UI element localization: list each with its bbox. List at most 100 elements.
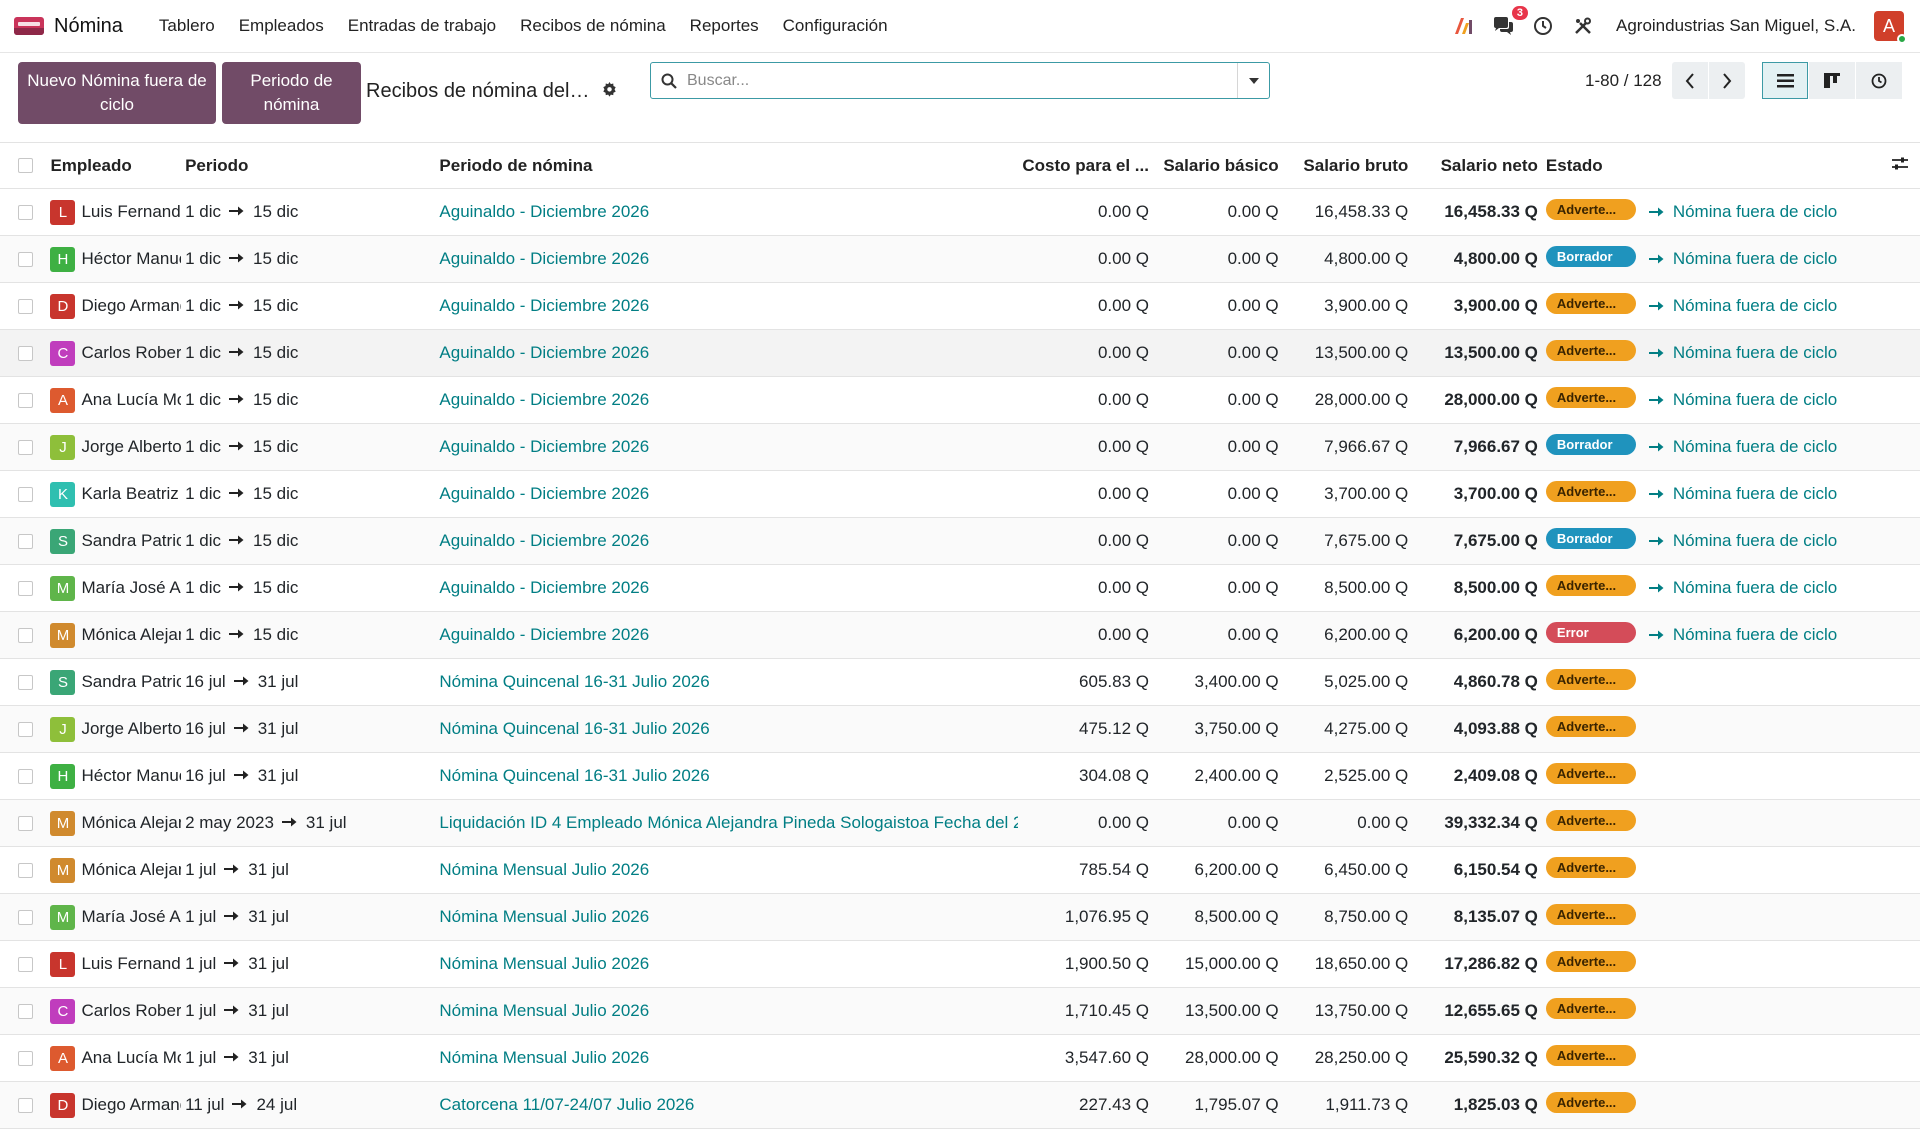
row-checkbox[interactable] [17, 204, 33, 220]
menu-item-tablero[interactable]: Tablero [147, 16, 227, 36]
employee-cell[interactable]: M María José Al [50, 904, 185, 930]
search-input[interactable] [687, 71, 1237, 90]
offcycle-action-button[interactable]: Nómina fuera de ciclo [1648, 202, 1881, 223]
row-checkbox[interactable] [17, 768, 33, 784]
offcycle-action-button[interactable]: Nómina fuera de ciclo [1648, 578, 1881, 599]
payrun-link[interactable]: Nómina Quincenal 16-31 Julio 2026 [439, 766, 709, 785]
row-checkbox[interactable] [17, 674, 33, 690]
messages-icon[interactable]: 3 [1492, 6, 1528, 37]
row-checkbox[interactable] [17, 815, 33, 831]
employee-cell[interactable]: C Carlos Roberto [50, 998, 185, 1024]
optional-columns-toggle[interactable] [1880, 156, 1920, 176]
employee-cell[interactable]: A Ana Lucía Mo [50, 387, 185, 413]
payrun-link[interactable]: Nómina Mensual Julio 2026 [439, 1001, 649, 1020]
column-basic-wage[interactable]: Salario básico [1149, 156, 1278, 176]
employee-cell[interactable]: H Héctor Manuel [50, 246, 185, 272]
table-row[interactable]: S Sandra Patricia1 dic 15 dic Aguinaldo - D… [0, 518, 1920, 565]
column-employee[interactable]: Empleado [50, 156, 185, 176]
table-row[interactable]: S Sandra Patricia16 jul 31 jul Nómina Quinc… [0, 659, 1920, 706]
employee-cell[interactable]: M Mónica Alejandra [50, 810, 185, 836]
row-checkbox[interactable] [17, 345, 33, 361]
table-row[interactable]: J Jorge Alberto 1 dic 15 dic Aguinaldo - Dic… [0, 424, 1920, 471]
payrun-link[interactable]: Aguinaldo - Diciembre 2026 [439, 484, 649, 503]
payrun-button[interactable]: Periodo de nómina [222, 62, 361, 124]
payrun-link[interactable]: Aguinaldo - Diciembre 2026 [439, 390, 649, 409]
row-checkbox[interactable] [17, 956, 33, 972]
list-view-button[interactable] [1762, 62, 1808, 99]
employee-cell[interactable]: S Sandra Patricia [50, 669, 185, 695]
table-row[interactable]: M María José Al 1 jul 31 jul Nómina Mensual … [0, 894, 1920, 941]
payrun-link[interactable]: Liquidación ID 4 Empleado Mónica Alejand… [439, 813, 1018, 832]
employee-cell[interactable]: M Mónica Alejandra [50, 857, 185, 883]
row-checkbox[interactable] [17, 1097, 33, 1113]
row-checkbox[interactable] [17, 251, 33, 267]
payrun-link[interactable]: Aguinaldo - Diciembre 2026 [439, 249, 649, 268]
table-row[interactable]: K Karla Beatriz 1 dic 15 dic Aguinaldo - Dic… [0, 471, 1920, 518]
employee-cell[interactable]: C Carlos Roberto [50, 340, 185, 366]
employee-cell[interactable]: L Luis Fernando [50, 199, 185, 225]
table-row[interactable]: A Ana Lucía Mo 1 jul 31 jul Nómina Mensual J… [0, 1035, 1920, 1082]
row-checkbox[interactable] [17, 627, 33, 643]
payrun-link[interactable]: Nómina Quincenal 16-31 Julio 2026 [439, 672, 709, 691]
payrun-link[interactable]: Nómina Mensual Julio 2026 [439, 860, 649, 879]
table-row[interactable]: A Ana Lucía Mo 1 dic 15 dic Aguinaldo - Dici… [0, 377, 1920, 424]
payrun-link[interactable]: Nómina Mensual Julio 2026 [439, 954, 649, 973]
row-checkbox[interactable] [17, 392, 33, 408]
user-avatar[interactable]: A [1874, 11, 1907, 44]
offcycle-action-button[interactable]: Nómina fuera de ciclo [1648, 484, 1881, 505]
employee-cell[interactable]: H Héctor Manuel [50, 763, 185, 789]
row-checkbox[interactable] [17, 580, 33, 596]
new-offcycle-payslip-button[interactable]: Nuevo Nómina fuera de ciclo [18, 62, 216, 124]
menu-item-reportes[interactable]: Reportes [678, 16, 771, 36]
table-row[interactable]: C Carlos Roberto1 dic 15 dic Aguinaldo - Di… [0, 330, 1920, 377]
payrun-link[interactable]: Nómina Quincenal 16-31 Julio 2026 [439, 719, 709, 738]
search-options-toggle[interactable] [1237, 63, 1269, 98]
payrun-link[interactable]: Aguinaldo - Diciembre 2026 [439, 437, 649, 456]
payrun-link[interactable]: Aguinaldo - Diciembre 2026 [439, 578, 649, 597]
payrun-link[interactable]: Aguinaldo - Diciembre 2026 [439, 531, 649, 550]
column-gross-wage[interactable]: Salario bruto [1279, 156, 1408, 176]
offcycle-action-button[interactable]: Nómina fuera de ciclo [1648, 343, 1881, 364]
column-period[interactable]: Periodo [185, 156, 439, 176]
table-row[interactable]: M Mónica Alejandra1 dic 15 dic Aguinaldo - … [0, 612, 1920, 659]
payroll-app-icon[interactable] [14, 15, 44, 37]
payrun-link[interactable]: Catorcena 11/07-24/07 Julio 2026 [439, 1095, 694, 1114]
employee-cell[interactable]: D Diego Armando [50, 1092, 185, 1118]
menu-item-empleados[interactable]: Empleados [227, 16, 336, 36]
employee-cell[interactable]: M Mónica Alejandra [50, 622, 185, 648]
table-row[interactable]: C Carlos Roberto1 jul 31 jul Nómina Mensual… [0, 988, 1920, 1035]
offcycle-action-button[interactable]: Nómina fuera de ciclo [1648, 625, 1881, 646]
pager-previous-button[interactable] [1671, 62, 1708, 99]
payrun-link[interactable]: Aguinaldo - Diciembre 2026 [439, 296, 649, 315]
menu-item-recibos[interactable]: Recibos de nómina [508, 16, 678, 36]
table-row[interactable]: D Diego Armando11 jul 24 jul Catorcena 11/0… [0, 1082, 1920, 1129]
column-state[interactable]: Estado [1538, 156, 1649, 176]
select-all-checkbox[interactable] [17, 158, 33, 173]
row-checkbox[interactable] [17, 1003, 33, 1019]
employee-cell[interactable]: D Diego Armando [50, 293, 185, 319]
column-payrun[interactable]: Periodo de nómina [439, 156, 1018, 176]
payrun-link[interactable]: Aguinaldo - Diciembre 2026 [439, 343, 649, 362]
pager-value[interactable]: 1-80 / 128 [1585, 71, 1662, 91]
offcycle-action-button[interactable]: Nómina fuera de ciclo [1648, 296, 1881, 317]
menu-item-entradas[interactable]: Entradas de trabajo [336, 16, 508, 36]
column-net-wage[interactable]: Salario neto [1408, 156, 1538, 176]
row-checkbox[interactable] [17, 298, 33, 314]
table-row[interactable]: M María José Al 1 dic 15 dic Aguinaldo - Dic… [0, 565, 1920, 612]
offcycle-action-button[interactable]: Nómina fuera de ciclo [1648, 390, 1881, 411]
company-switcher[interactable]: Agroindustrias San Miguel, S.A. [1616, 16, 1856, 36]
employee-cell[interactable]: J Jorge Alberto [50, 716, 185, 742]
employee-cell[interactable]: L Luis Fernando [50, 951, 185, 977]
offcycle-action-button[interactable]: Nómina fuera de ciclo [1648, 437, 1881, 458]
employee-cell[interactable]: J Jorge Alberto [50, 434, 185, 460]
row-checkbox[interactable] [17, 533, 33, 549]
employee-cell[interactable]: M María José Al [50, 575, 185, 601]
row-checkbox[interactable] [17, 1050, 33, 1066]
clock-activity-icon[interactable] [1532, 15, 1554, 37]
row-checkbox[interactable] [17, 439, 33, 455]
activity-view-button[interactable] [1856, 62, 1902, 99]
row-checkbox[interactable] [17, 721, 33, 737]
menu-item-configuracion[interactable]: Configuración [771, 16, 900, 36]
offcycle-action-button[interactable]: Nómina fuera de ciclo [1648, 531, 1881, 552]
payrun-link[interactable]: Aguinaldo - Diciembre 2026 [439, 625, 649, 644]
